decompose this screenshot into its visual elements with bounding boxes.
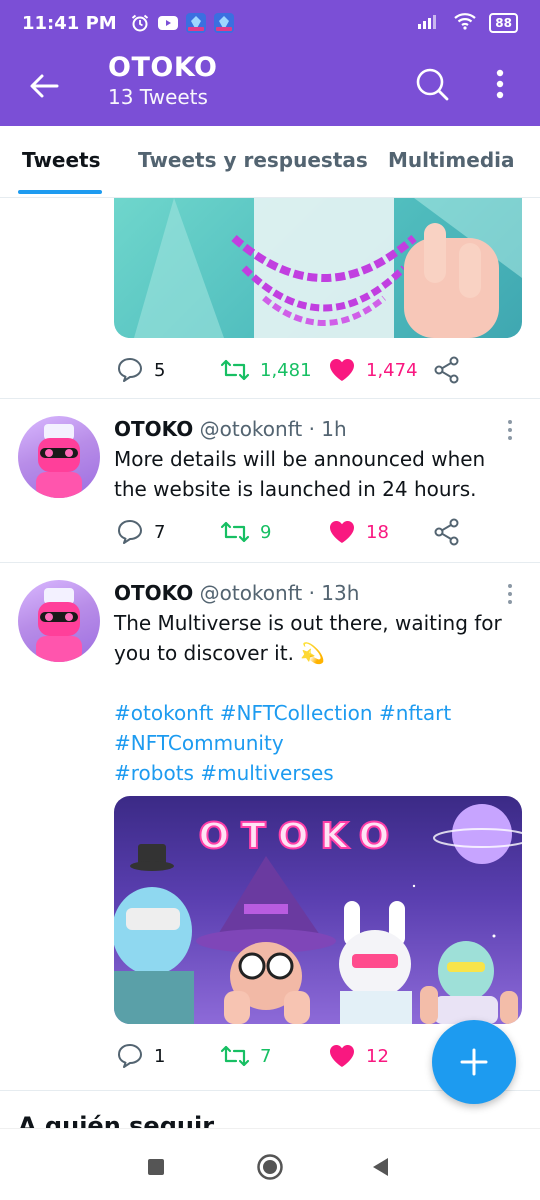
who-to-follow-heading: A quién seguir: [18, 1112, 215, 1128]
alarm-icon: [129, 12, 151, 34]
reply-button[interactable]: 5: [116, 354, 165, 386]
like-button[interactable]: 1,474: [328, 354, 418, 386]
wifi-icon: [453, 11, 477, 35]
share-button[interactable]: [434, 516, 460, 548]
signal-icon: [417, 12, 441, 34]
like-button[interactable]: 12: [328, 1040, 389, 1072]
profile-tabs: Tweets Tweets y respuestas Multimedia: [0, 126, 540, 198]
system-navigation-bar: [0, 1128, 540, 1200]
reply-icon: [118, 1044, 142, 1068]
nft-artwork-image: [134, 198, 522, 338]
profile-header: OTOKO 13 Tweets: [0, 46, 540, 126]
reply-icon: [118, 520, 142, 544]
tweet-count: 13 Tweets: [108, 85, 208, 109]
avatar-image: [36, 588, 82, 662]
status-notification-icons: [129, 12, 235, 34]
back-nav-button[interactable]: [362, 1149, 398, 1185]
author-name[interactable]: OTOKO: [114, 581, 193, 605]
like-count: 18: [366, 521, 389, 543]
youtube-icon: [157, 12, 179, 34]
tweet-header: OTOKO @otokonft · 1h: [114, 417, 347, 441]
media-title: OTOKO: [199, 816, 402, 857]
recents-button[interactable]: [138, 1149, 174, 1185]
home-button[interactable]: [252, 1149, 288, 1185]
game-icon: [213, 12, 235, 34]
retweet-icon: [220, 1045, 250, 1067]
reply-count: 7: [154, 521, 166, 543]
tweet-divider: [0, 398, 540, 399]
heart-filled-icon: [330, 359, 354, 381]
share-icon: [434, 356, 459, 384]
retweet-icon: [220, 359, 250, 381]
retweet-icon: [220, 521, 250, 543]
tweet-feed[interactable]: 5 1,481 1,474 OTOKO @otokonft · 1h More …: [0, 198, 540, 1128]
avatar-image: [36, 424, 82, 498]
reply-count: 5: [154, 359, 166, 381]
retweet-button[interactable]: 9: [220, 516, 271, 548]
more-options-button[interactable]: [482, 64, 518, 104]
game-icon: [185, 12, 207, 34]
hashtag-line[interactable]: #otokonft #NFTCollection #nftart: [114, 698, 514, 728]
more-vertical-icon: [496, 69, 504, 99]
reply-count: 1: [154, 1045, 166, 1067]
share-button[interactable]: [434, 354, 460, 386]
author-handle-time[interactable]: @otokonft · 13h: [200, 581, 360, 605]
tweet-divider: [0, 562, 540, 563]
tab-multimedia[interactable]: Multimedia: [388, 148, 514, 172]
retweet-button[interactable]: 7: [220, 1040, 271, 1072]
triangle-back-icon: [373, 1158, 388, 1176]
tab-tweets-and-replies[interactable]: Tweets y respuestas: [138, 148, 368, 172]
back-button[interactable]: [24, 66, 64, 106]
like-count: 12: [366, 1045, 389, 1067]
battery-icon: 88: [489, 13, 518, 33]
search-button[interactable]: [412, 64, 452, 104]
retweet-count: 1,481: [260, 359, 312, 381]
reply-icon: [118, 358, 142, 382]
circle-icon: [257, 1154, 283, 1180]
tweet-media-image[interactable]: OTOKO: [114, 796, 522, 1024]
tweet-text: The Multiverse is out there, waiting for…: [114, 611, 502, 665]
share-icon: [434, 518, 459, 546]
tweet-media-image[interactable]: [114, 198, 522, 338]
tab-tweets[interactable]: Tweets: [22, 148, 101, 172]
avatar[interactable]: [18, 416, 100, 498]
hashtag-line[interactable]: #robots #multiverses: [114, 758, 514, 788]
square-icon: [148, 1159, 164, 1175]
retweet-count: 7: [260, 1045, 272, 1067]
status-system-icons: 88: [417, 11, 518, 35]
header-title-group: OTOKO 13 Tweets: [108, 52, 218, 109]
heart-filled-icon: [330, 521, 354, 543]
active-tab-indicator: [18, 190, 102, 194]
compose-tweet-button[interactable]: [432, 1020, 516, 1104]
tweet-text: More details will be announced when the …: [114, 447, 486, 501]
plus-icon: [460, 1048, 488, 1076]
tweet-more-button[interactable]: [502, 581, 518, 607]
like-count: 1,474: [366, 359, 418, 381]
back-arrow-icon: [30, 74, 59, 98]
reply-button[interactable]: 1: [116, 1040, 165, 1072]
tweet-header: OTOKO @otokonft · 13h: [114, 581, 359, 605]
nft-collection-image: OTOKO: [114, 804, 522, 1024]
retweet-button[interactable]: 1,481: [220, 354, 312, 386]
author-name[interactable]: OTOKO: [114, 417, 193, 441]
page-title: OTOKO: [108, 52, 218, 83]
status-bar: 11:41 PM 88: [0, 0, 540, 46]
status-time: 11:41 PM: [22, 12, 117, 34]
heart-filled-icon: [330, 1045, 354, 1067]
tweet-more-button[interactable]: [502, 417, 518, 443]
reply-button[interactable]: 7: [116, 516, 165, 548]
author-handle-time[interactable]: @otokonft · 1h: [200, 417, 347, 441]
hashtag-line[interactable]: #NFTCommunity: [114, 728, 514, 758]
avatar[interactable]: [18, 580, 100, 662]
search-icon: [416, 68, 449, 101]
retweet-count: 9: [260, 521, 272, 543]
like-button[interactable]: 18: [328, 516, 389, 548]
